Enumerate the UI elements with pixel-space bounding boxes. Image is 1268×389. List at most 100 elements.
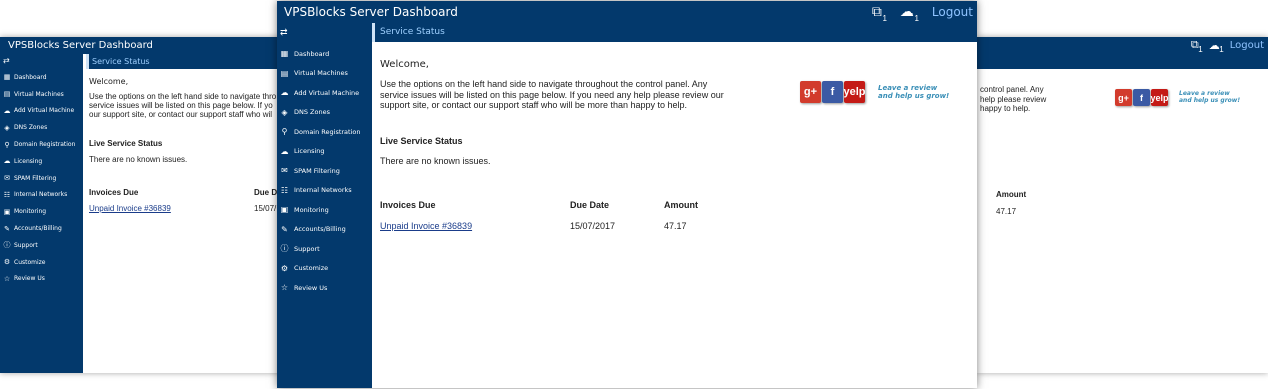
amount-cell: 47.17	[664, 220, 687, 231]
sidebar-item-dns-zones[interactable]: ◈ DNS Zones	[277, 103, 372, 123]
sidebar-item-support[interactable]: ⓘ Support	[277, 239, 372, 259]
sidebar-item-label: Accounts/Billing	[14, 225, 62, 233]
yelp-icon: yelp	[844, 81, 866, 103]
app-title: VPSBlocks Server Dashboard	[284, 5, 458, 19]
sidebar-item-internal-networks[interactable]: ☷ Internal Networks	[277, 181, 372, 201]
help-icon: ⓘ	[280, 244, 289, 254]
facebook-icon: f	[1133, 89, 1150, 106]
logout-link[interactable]: Logout	[1230, 40, 1264, 51]
sidebar-item-accounts-billing[interactable]: ✎ Accounts/Billing	[0, 220, 83, 237]
review-text: Leave a review and help us grow!	[1179, 90, 1241, 105]
sidebar-item-monitoring[interactable]: ▣ Monitoring	[277, 200, 372, 220]
due-date-cell: 15/07/2017	[570, 220, 616, 231]
sidebar-item-add-virtual-machine[interactable]: ☁ Add Virtual Machine	[0, 103, 83, 120]
sidebar: ⇄ ▦ Dashboard ▤ Virtual Machines ☁ Add Virt…	[0, 54, 83, 373]
sidebar-item-domain-registration[interactable]: ⚲ Domain Registration	[0, 136, 83, 153]
intro-line: service issues will be listed on this pa…	[89, 101, 273, 110]
welcome-text: Welcome,	[380, 59, 429, 70]
sidebar-item-licensing[interactable]: ☁ Licensing	[0, 153, 83, 170]
customize-icon: ⚙	[3, 258, 11, 267]
app-title: VPSBlocks Server Dashboard	[8, 40, 153, 51]
intro-line: our support site, or contact our support…	[89, 110, 273, 119]
sidebar-item-label: Licensing	[14, 157, 43, 165]
sidebar-item-add-virtual-machine[interactable]: ☁ Add Virtual Machine	[277, 83, 372, 103]
domain-search-icon: ⚲	[4, 140, 10, 149]
sidebar-item-dashboard[interactable]: ▦ Dashboard	[277, 44, 372, 64]
live-status-heading: Live Service Status	[89, 139, 163, 148]
billing-icon: ✎	[4, 224, 10, 233]
sidebar-item-label: DNS Zones	[294, 108, 330, 117]
sidebar-item-support[interactable]: ⓘ Support	[0, 237, 83, 254]
spam-filter-icon: ✉	[281, 166, 288, 176]
cloud-upload-icon[interactable]: ☁ 1	[900, 3, 919, 23]
content: Welcome, Use the options on the left han…	[86, 69, 300, 213]
section-bar	[977, 54, 1268, 69]
billing-icon: ✎	[281, 224, 288, 234]
sidebar-item-label: Monitoring	[294, 205, 329, 214]
license-icon: ☁	[3, 157, 11, 166]
tag-icon[interactable]: ⧉ 1	[872, 3, 887, 23]
review-banner[interactable]: g+ f yelp Leave a review and help us gro…	[800, 81, 949, 103]
col-due-date: Due D	[254, 188, 278, 197]
col-invoices-due: Invoices Due	[89, 188, 139, 197]
col-amount: Amount	[664, 199, 698, 210]
front-panel-screenshot: VPSBlocks Server Dashboard ⧉ 1 ☁ 1 Logout …	[277, 1, 977, 388]
sidebar: ⇄ ▦ Dashboard ▤ Virtual Machines ☁ Add Virt…	[277, 23, 372, 388]
sidebar-item-licensing[interactable]: ☁ Licensing	[277, 142, 372, 162]
invoice-link[interactable]: Unpaid Invoice #36839	[89, 204, 171, 213]
sidebar-item-virtual-machines[interactable]: ▤ Virtual Machines	[0, 86, 83, 103]
sidebar-item-label: DNS Zones	[14, 124, 48, 132]
sidebar-item-label: Customize	[14, 258, 46, 266]
review-banner[interactable]: g+ f yelp Leave a review and help us gro…	[1115, 89, 1240, 106]
table-row: Unpaid Invoice #36839 15/07/	[89, 204, 300, 213]
intro-line: control panel. Any	[980, 85, 1044, 94]
logout-link[interactable]: Logout	[932, 5, 973, 19]
add-cloud-icon: ☁	[280, 88, 289, 98]
sidebar-item-dns-zones[interactable]: ◈ DNS Zones	[0, 119, 83, 136]
sidebar-item-label: Support	[294, 244, 320, 253]
sidebar-item-label: SPAM Filtering	[294, 166, 340, 175]
top-header: VPSBlocks Server Dashboard	[0, 37, 300, 54]
sidebar-item-monitoring[interactable]: ▣ Monitoring	[0, 203, 83, 220]
sidebar-item-label: Add Virtual Machine	[14, 107, 75, 115]
sidebar-item-label: Customize	[294, 264, 329, 273]
star-icon: ☆	[3, 274, 11, 283]
invoice-table-header: Invoices Due Due Date Amount	[380, 200, 977, 210]
review-text-line2: and help us grow!	[1179, 96, 1241, 104]
sidebar-item-label: Internal Networks	[294, 186, 352, 195]
sidebar-item-customize[interactable]: ⚙ Customize	[277, 259, 372, 279]
sidebar-item-internal-networks[interactable]: ☷ Internal Networks	[0, 187, 83, 204]
sidebar-item-label: Support	[14, 241, 38, 249]
sidebar-item-virtual-machines[interactable]: ▤ Virtual Machines	[277, 64, 372, 84]
upload-count: 1	[914, 14, 919, 23]
invoice-link[interactable]: Unpaid Invoice #36839	[380, 221, 472, 231]
sidebar-item-accounts-billing[interactable]: ✎ Accounts/Billing	[277, 220, 372, 240]
sidebar-item-domain-registration[interactable]: ⚲ Domain Registration	[277, 122, 372, 142]
google-plus-icon: g+	[1115, 89, 1132, 106]
license-icon: ☁	[280, 146, 289, 156]
sidebar-item-label: SPAM Filtering	[14, 174, 57, 182]
sidebar-item-review-us[interactable]: ☆ Review Us	[277, 278, 372, 298]
sidebar-toggle-icon[interactable]: ⇄	[277, 23, 372, 44]
right-panel-screenshot: ⧉ 1 ☁ 1 Logout control panel. Any help ple…	[977, 37, 1268, 373]
sidebar-item-dashboard[interactable]: ▦ Dashboard	[0, 69, 83, 86]
upload-count: 1	[1219, 45, 1224, 54]
live-status-message: There are no known issues.	[89, 155, 188, 164]
content: Welcome, Use the options on the left han…	[372, 42, 977, 231]
sidebar-item-customize[interactable]: ⚙ Customize	[0, 254, 83, 271]
tag-icon[interactable]: ⧉ 1	[1191, 39, 1203, 54]
notif-count: 1	[882, 14, 887, 23]
sidebar-item-label: Review Us	[14, 275, 45, 283]
dashboard-icon: ▦	[280, 49, 289, 59]
due-date-cell: 15/07/	[254, 204, 277, 213]
cloud-upload-icon[interactable]: ☁ 1	[1209, 39, 1224, 54]
sidebar-toggle-icon[interactable]: ⇄	[0, 54, 83, 69]
sidebar-item-spam-filtering[interactable]: ✉ SPAM Filtering	[277, 161, 372, 181]
sidebar-item-spam-filtering[interactable]: ✉ SPAM Filtering	[0, 170, 83, 187]
monitor-icon: ▣	[280, 205, 289, 215]
sidebar-item-review-us[interactable]: ☆ Review Us	[0, 271, 83, 288]
spam-filter-icon: ✉	[4, 174, 10, 183]
sidebar-item-label: Dashboard	[14, 73, 47, 81]
sidebar-item-label: Review Us	[294, 283, 328, 292]
sidebar-item-label: Virtual Machines	[14, 90, 64, 98]
